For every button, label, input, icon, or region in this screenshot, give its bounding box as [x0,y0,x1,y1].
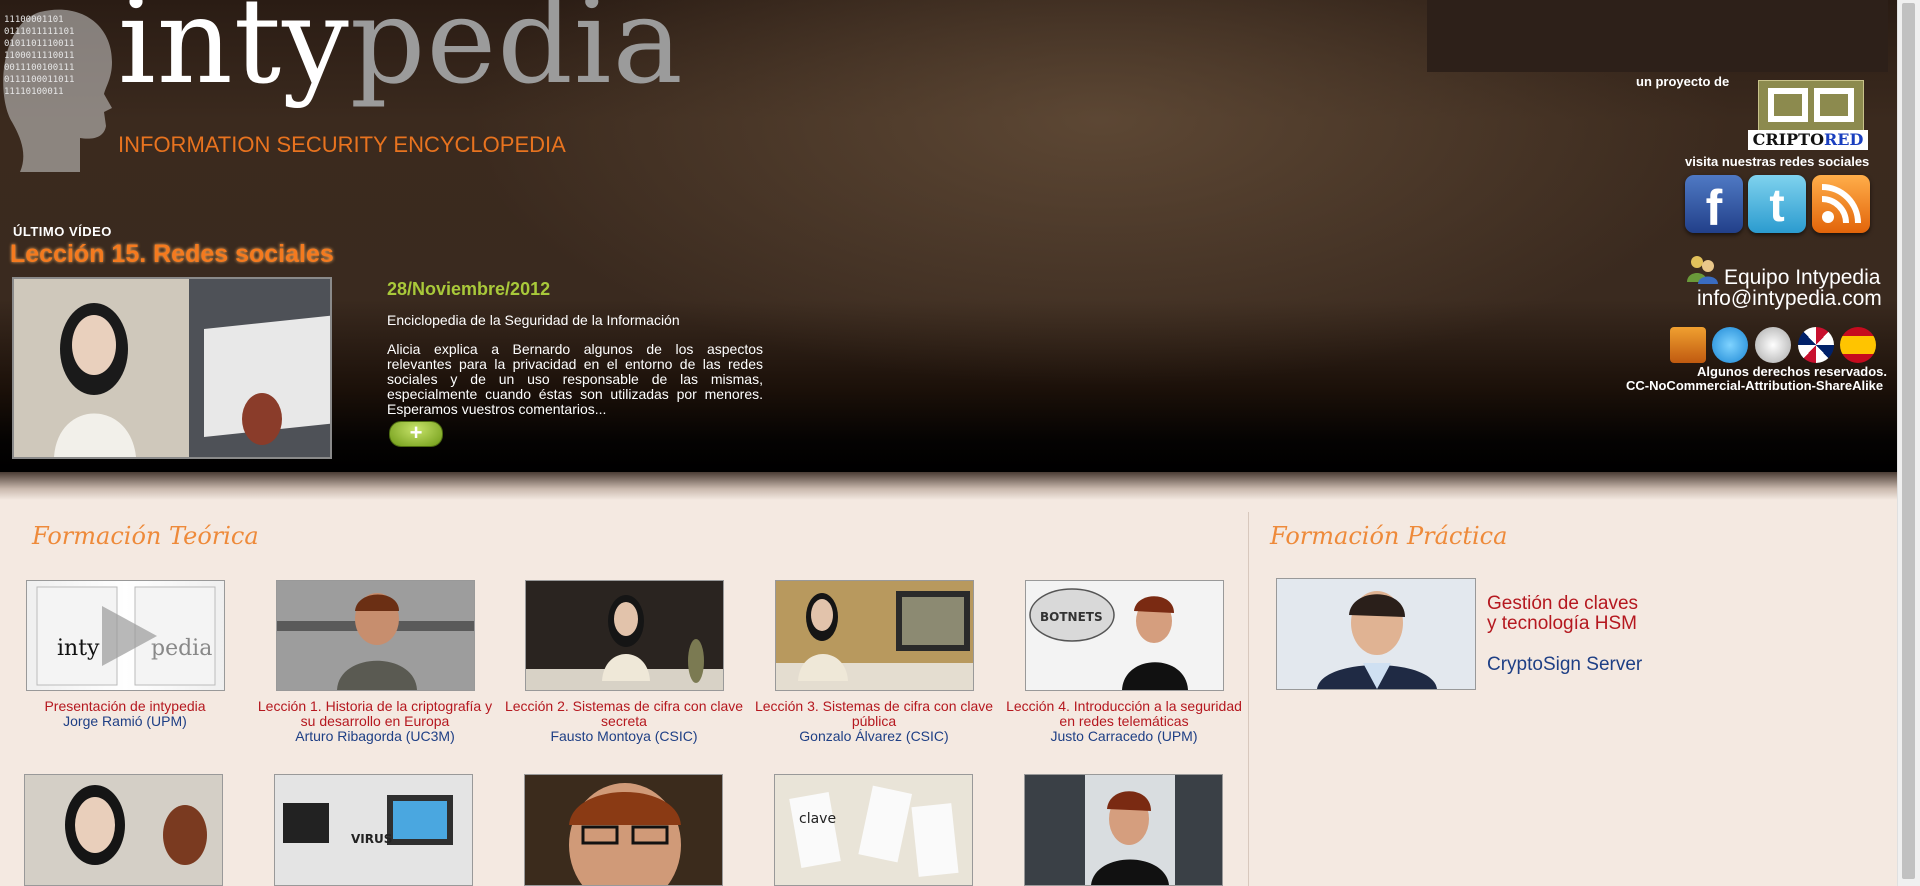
latest-video-description: Alicia explica a Bernardo algunos de los… [387,341,763,417]
rss-glyph-icon [1821,184,1861,224]
latest-video-thumbnail[interactable] [12,277,332,459]
lesson2-scene-icon [525,581,723,690]
lesson-author: Jorge Ramió (UPM) [63,713,187,729]
wikipedia-icon[interactable] [1755,327,1791,363]
lesson-author: Fausto Montoya (CSIC) [550,728,698,744]
logo-subtitle: INFORMATION SECURITY ENCYCLOPEDIA [118,132,566,157]
latest-video-date: 28/Noviembre/2012 [387,279,551,299]
lesson-thumbnail-5[interactable] [24,774,223,886]
lesson-author: Gonzalo Álvarez (CSIC) [799,728,949,744]
uk-flag-icon[interactable] [1798,327,1834,363]
lesson-card-intro[interactable]: inty pedia Presentación de intypedia Jor… [0,580,250,729]
spain-flag-icon[interactable] [1840,327,1876,363]
twitter-icon[interactable]: t [1748,175,1806,233]
svg-text:1100011110011: 1100011110011 [4,51,74,61]
svg-text:0111100011011: 0111100011011 [4,75,74,85]
practica-item-title[interactable]: Gestión de claves y tecnología HSM [1487,594,1638,634]
criptored-emblem [1758,80,1864,132]
header-top-strip [1427,0,1888,72]
practica-section-title: Formación Práctica [1270,522,1508,550]
social-label: visita nuestras redes sociales [1685,154,1870,169]
team-icon [1687,256,1718,284]
logo-pedia: pedia [349,0,684,110]
lesson-title[interactable]: Lección 4. Introducción a la seguridad e… [999,699,1249,729]
practica-title-line1: Gestión de claves [1487,593,1639,614]
lesson-card-3[interactable]: Lección 3. Sistemas de cifra con clave p… [749,580,999,744]
latest-video-title[interactable]: Lección 15. Redes sociales [10,240,334,269]
intro-thumb-pedia: pedia [151,636,212,661]
logo-inty: inty [118,0,350,110]
criptored-logo[interactable]: CRIPTORED [1748,78,1870,152]
more-info-button[interactable]: + [389,421,443,447]
project-label: un proyecto de [1636,74,1730,89]
practica-title-line2: y tecnología HSM [1487,613,1637,634]
lesson-thumbnail[interactable] [524,580,724,691]
header-fade [0,472,1898,500]
lesson6-scene-icon: VIRUS [275,775,472,885]
teorica-section-title: Formación Teórica [32,522,259,550]
lesson5-scene-icon [25,775,222,885]
lesson4-thumb-label: BOTNETS [1040,610,1103,624]
lesson9-scene-icon [1025,775,1222,885]
practica-item-subtitle[interactable]: CryptoSign Server [1487,654,1642,676]
lesson8-thumb-label: clave [799,811,836,827]
info-bubble-icon[interactable] [1712,327,1748,363]
lesson8-scene-icon: clave [775,775,972,885]
logo-head-icon: 11100001101 0111011111101 0101101110011 … [3,9,112,172]
facebook-icon[interactable]: f [1685,175,1743,236]
lesson6-thumb-label: VIRUS [351,832,392,846]
criptored-emblem-icon [1768,88,1854,122]
svg-text:0101101110011: 0101101110011 [4,39,74,49]
svg-text:0011100100111: 0011100100111 [4,63,74,73]
intro-thumb-inty: inty [57,636,100,661]
criptored-wordmark: CRIPTORED [1748,130,1868,150]
lesson-title[interactable]: Lección 2. Sistemas de cifra con clave s… [499,699,749,729]
lesson-author: Justo Carracedo (UPM) [1050,728,1198,744]
latest-video-label: ÚLTIMO VÍDEO [13,224,112,239]
svg-text:0111011111101: 0111011111101 [4,27,74,37]
lesson-card-4[interactable]: BOTNETS Lección 4. Introducción a la seg… [999,580,1249,744]
lesson1-scene-icon [276,581,474,690]
stats-icon[interactable] [1670,327,1706,363]
lesson-title[interactable]: Presentación de intypedia [0,699,250,714]
rights-label: Algunos derechos reservados. [1697,364,1888,379]
latest-video-scene-icon [14,279,330,457]
lesson-thumbnail[interactable]: inty pedia [25,580,225,691]
header-banner: 11100001101 0111011111101 0101101110011 … [0,0,1898,472]
lesson-thumbnail[interactable] [774,580,974,691]
lesson7-scene-icon [525,775,722,885]
lesson-thumbnail-6[interactable]: VIRUS [274,774,473,886]
svg-text:11100001101: 11100001101 [4,15,64,25]
lesson-card-1[interactable]: Lección 1. Historia de la criptografía y… [250,580,500,744]
license-label[interactable]: CC-NoCommercial-Attribution-ShareAlike [1626,378,1883,393]
lesson3-scene-icon [775,581,973,690]
rss-icon[interactable] [1812,175,1870,233]
criptored-part1: CRIPTO [1752,130,1824,149]
lesson-thumbnail[interactable] [275,580,475,691]
lesson-thumbnail-7[interactable] [524,774,723,886]
lesson-thumbnail[interactable]: BOTNETS [1024,580,1224,691]
team-email-link[interactable]: info@intypedia.com [1697,287,1882,311]
lesson-thumbnail-8[interactable]: clave [774,774,973,886]
lesson-card-2[interactable]: Lección 2. Sistemas de cifra con clave s… [499,580,749,744]
lesson-thumbnail-9[interactable] [1024,774,1223,886]
practica-scene-icon [1277,579,1475,689]
lesson-author: Arturo Ribagorda (UC3M) [295,728,455,744]
site-logo[interactable]: intypedia [118,0,684,100]
intro-scene-icon: inty pedia [36,586,215,686]
scrollbar-thumb[interactable] [1902,3,1915,879]
lesson-title[interactable]: Lección 1. Historia de la criptografía y… [250,699,500,729]
latest-video-subtitle: Enciclopedia de la Seguridad de la Infor… [387,312,680,328]
practica-thumbnail[interactable] [1276,578,1476,690]
lesson4-scene-icon: BOTNETS [1025,581,1223,690]
page-scrollbar[interactable] [1897,0,1920,886]
criptored-part2: RED [1824,130,1864,149]
svg-text:11110100011: 11110100011 [4,87,64,97]
lesson-title[interactable]: Lección 3. Sistemas de cifra con clave p… [749,699,999,729]
